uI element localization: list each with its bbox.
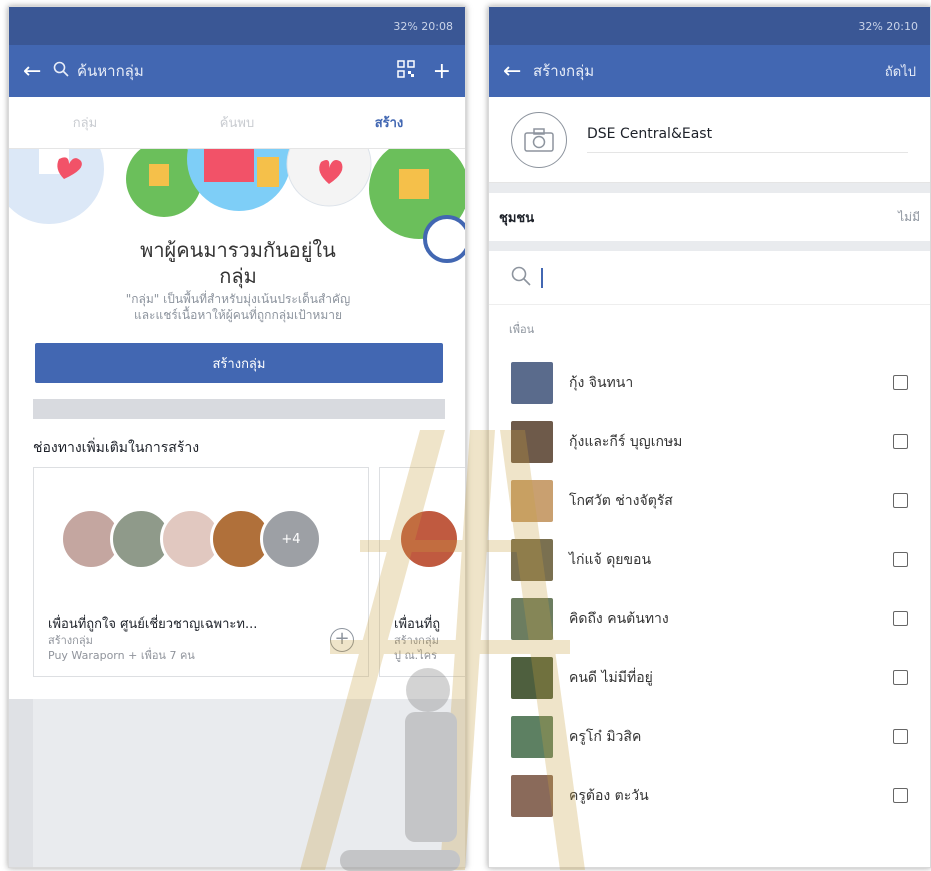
friend-name: โกศวัต ช่างจัตุรัส <box>569 492 673 509</box>
suggestion-card[interactable]: +4 เพื่อนที่ถูกใจ ศูนย์เชี่ยวชาญเฉพาะท..… <box>33 467 369 677</box>
friend-checkbox[interactable] <box>893 493 908 508</box>
hero-description: "กลุ่ม" เป็นพื้นที่สำหรับมุ่งเน้นประเด็น… <box>125 292 351 322</box>
friend-checkbox[interactable] <box>893 375 908 390</box>
avatar <box>511 656 553 699</box>
create-group-button[interactable]: สร้างกลุ่ม <box>35 343 443 383</box>
tab-create[interactable]: สร้าง <box>313 112 465 133</box>
status-bar: 32% 20:08 <box>9 7 465 45</box>
divider <box>33 399 445 419</box>
plus-icon[interactable]: + <box>433 59 451 84</box>
avatar <box>511 479 553 522</box>
friend-row[interactable]: ไก่แจ้ ดุยขอน <box>489 530 930 589</box>
friend-name: ครูต้อง ตะวัน <box>569 787 649 804</box>
friend-name: กุ้ง จินทนา <box>569 374 634 391</box>
avatar <box>511 538 553 581</box>
avatar <box>511 597 553 640</box>
avatar <box>511 361 553 404</box>
privacy-row[interactable]: ชุมชน ไม่มี <box>489 193 930 241</box>
friend-row[interactable]: กุ้ง จินทนา <box>489 353 930 412</box>
friend-checkbox[interactable] <box>893 552 908 567</box>
avatar <box>511 715 553 758</box>
divider <box>489 241 930 251</box>
qr-code-icon[interactable] <box>396 60 415 82</box>
add-circle-icon[interactable]: + <box>330 628 354 652</box>
back-arrow-icon[interactable]: ← <box>23 59 53 84</box>
avatar <box>511 420 553 463</box>
privacy-label: ชุมชน <box>499 210 535 226</box>
tab-groups[interactable]: กลุ่ม <box>9 112 161 133</box>
friend-name: คนดี ไม่มีที่อยู่ <box>569 669 653 686</box>
suggestion-card[interactable]: เพื่อนที่ถู สร้างกลุ่ม ปู ณ.ไคร <box>379 467 465 677</box>
suggestion-members: ปู ณ.ไคร <box>394 649 437 662</box>
friend-checkbox[interactable] <box>893 729 908 744</box>
friend-checkbox[interactable] <box>893 611 908 626</box>
friend-row[interactable]: คิดถึง คนต้นทาง <box>489 589 930 648</box>
search-header: ← ค้นหากลุ่ม + <box>9 45 465 97</box>
friend-search-row[interactable] <box>489 251 930 305</box>
friend-row[interactable]: กุ้งและกีร์ บุญเกษม <box>489 412 930 471</box>
more-members-badge: +4 <box>260 508 322 570</box>
privacy-value: ไม่มี <box>898 209 920 224</box>
friend-checkbox[interactable] <box>893 788 908 803</box>
friend-name: ไก่แจ้ ดุยขอน <box>569 551 652 568</box>
right-screen: 32% 20:10 ← สร้างกลุ่ม ถัดไป DSE Central… <box>488 6 931 868</box>
friend-row[interactable]: คนดี ไม่มีที่อยู่ <box>489 648 930 707</box>
more-ways-title: ช่องทางเพิ่มเติมในการสร้าง <box>33 440 200 456</box>
divider <box>489 183 930 193</box>
status-text: 32% 20:10 <box>858 19 918 33</box>
tabs: กลุ่ม ค้นพบ สร้าง <box>9 97 465 149</box>
search-input[interactable]: ค้นหากลุ่ม <box>77 59 397 83</box>
search-icon <box>511 266 531 290</box>
search-icon <box>53 61 69 81</box>
create-group-header: ← สร้างกลุ่ม ถัดไป <box>489 45 930 97</box>
search-cursor[interactable] <box>541 267 543 288</box>
friend-checkbox[interactable] <box>893 670 908 685</box>
group-name-input[interactable]: DSE Central&East <box>587 126 908 153</box>
hero-title: พาผู้คนมารวมกันอยู่ใน กลุ่ม <box>140 238 336 288</box>
back-arrow-icon[interactable]: ← <box>503 59 533 84</box>
camera-icon[interactable] <box>511 111 567 168</box>
friend-row[interactable]: ครูต้อง ตะวัน <box>489 766 930 825</box>
friend-row[interactable]: โกศวัต ช่างจัตุรัส <box>489 471 930 530</box>
member-avatars: +4 <box>60 508 322 570</box>
friend-row[interactable]: ครูโก๋ มิวสิค <box>489 707 930 766</box>
friend-name: คิดถึง คนต้นทาง <box>569 610 669 627</box>
left-screen: 32% 20:08 ← ค้นหากลุ่ม + กลุ่ม ค้นพบ สร้… <box>8 6 466 868</box>
avatar <box>511 774 553 817</box>
hero-banner: พาผู้คนมารวมกันอยู่ใน กลุ่ม "กลุ่ม" เป็น… <box>9 149 465 339</box>
friends-section-label: เพื่อน <box>509 323 535 336</box>
avatar <box>398 508 460 570</box>
tab-discover[interactable]: ค้นพบ <box>161 112 313 133</box>
page-title: สร้างกลุ่ม <box>533 62 595 80</box>
suggestion-members: Puy Waraporn + เพื่อน 7 คน <box>48 649 195 662</box>
status-bar: 32% 20:10 <box>489 7 930 45</box>
background-fill <box>9 699 33 867</box>
next-button[interactable]: ถัดไป <box>885 61 916 82</box>
status-text: 32% 20:08 <box>393 19 453 33</box>
friend-name: กุ้งและกีร์ บุญเกษม <box>569 433 683 450</box>
friend-name: ครูโก๋ มิวสิค <box>569 728 642 745</box>
empty-area <box>33 699 465 867</box>
friend-checkbox[interactable] <box>893 434 908 449</box>
group-name-row: DSE Central&East <box>489 97 930 183</box>
